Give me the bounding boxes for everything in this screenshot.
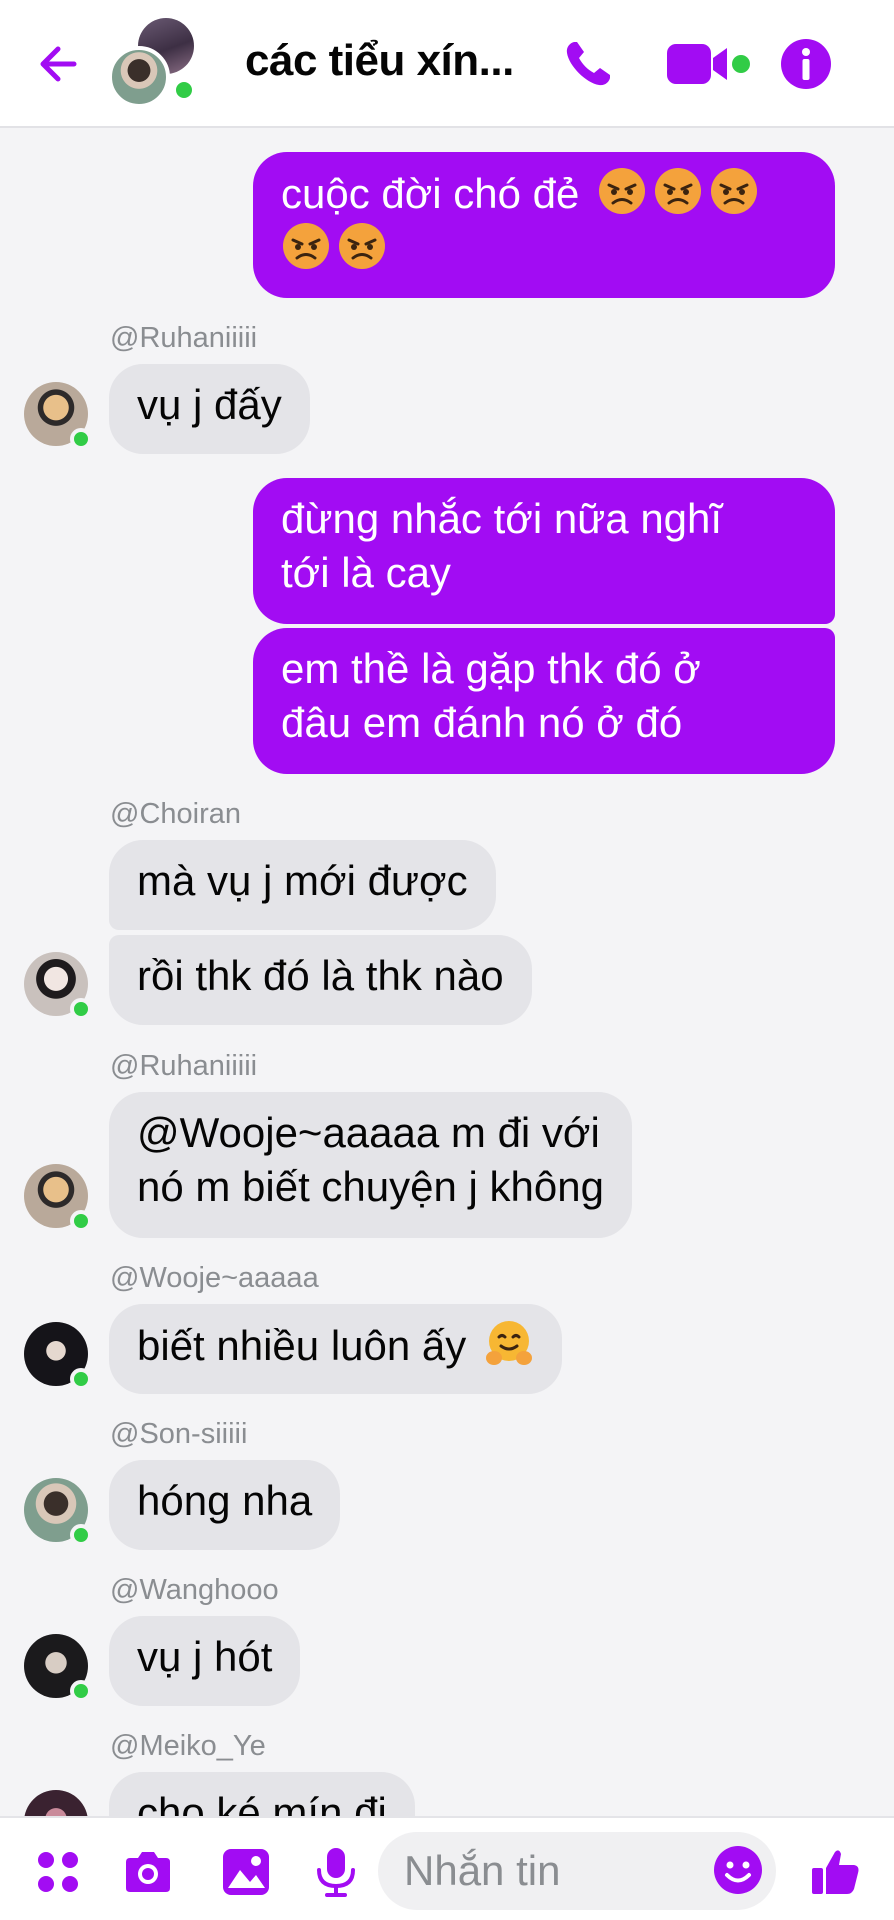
angry-face-emoji-icon — [709, 166, 759, 216]
message-text-line: tới là cay — [281, 549, 451, 596]
incoming-message[interactable]: vụ j đấy — [109, 364, 310, 454]
sender-name: @Choiran — [110, 798, 241, 830]
online-indicator — [70, 428, 92, 450]
sender-name: @Ruhaniiiii — [110, 322, 258, 354]
angry-face-emoji-icon — [281, 221, 331, 271]
message-text-line: nó m biết chuyện j không — [137, 1163, 604, 1210]
message-text-line: đừng nhắc tới nữa nghĩ — [281, 495, 723, 542]
message-text: cuộc đời chó đẻ — [281, 170, 580, 217]
avatar[interactable] — [24, 1634, 92, 1702]
angry-face-emoji-icon — [597, 166, 647, 216]
outgoing-message[interactable]: em thề là gặp thk đó ở đâu em đánh nó ở … — [253, 628, 835, 774]
member-avatar-front — [108, 46, 170, 108]
avatar[interactable] — [24, 1164, 92, 1232]
online-indicator — [70, 998, 92, 1020]
online-indicator — [70, 1210, 92, 1232]
incoming-message[interactable]: hóng nha — [109, 1460, 341, 1550]
sender-name: @Wanghooo — [110, 1574, 279, 1606]
outgoing-message[interactable]: cuộc đời chó đẻ — [253, 152, 835, 298]
message-text-line: @Wooje~aaaaa m đi với — [137, 1109, 600, 1156]
outgoing-message[interactable]: đừng nhắc tới nữa nghĩ tới là cay — [253, 478, 835, 624]
online-indicator — [70, 1368, 92, 1390]
avatar[interactable] — [24, 952, 92, 1020]
online-indicator — [172, 78, 196, 102]
angry-face-emoji-icon — [653, 166, 703, 216]
thumbs-up-icon[interactable] — [808, 1844, 864, 1900]
phone-icon[interactable] — [560, 36, 616, 92]
composer-bar — [0, 1816, 894, 1920]
smiley-icon[interactable] — [712, 1844, 764, 1896]
sender-name: @Ruhaniiiii — [110, 1050, 258, 1082]
chat-header: các tiểu xín... — [0, 0, 894, 128]
avatar[interactable] — [24, 1322, 92, 1390]
microphone-icon[interactable] — [308, 1844, 364, 1900]
avatar[interactable] — [24, 1790, 88, 1816]
sender-name: @Son-siiiii — [110, 1418, 248, 1450]
incoming-message[interactable]: cho ké mín đi — [109, 1772, 415, 1816]
incoming-message[interactable]: @Wooje~aaaaa m đi với nó m biết chuyện j… — [109, 1092, 632, 1238]
sender-name: @Meiko_Ye — [110, 1730, 266, 1762]
incoming-message[interactable]: vụ j hót — [109, 1616, 301, 1706]
incoming-message[interactable]: rồi thk đó là thk nào — [109, 935, 532, 1025]
camera-icon[interactable] — [120, 1844, 176, 1900]
message-text-line: đâu em đánh nó ở đó — [281, 699, 683, 746]
video-camera-icon[interactable] — [665, 36, 755, 92]
message-text-line: em thề là gặp thk đó ở — [281, 645, 701, 692]
avatar[interactable] — [24, 382, 92, 450]
conversation-title[interactable]: các tiểu xín... — [245, 36, 514, 86]
hugging-face-emoji-icon — [484, 1318, 534, 1368]
image-icon[interactable] — [218, 1844, 274, 1900]
message-text: biết nhiều luôn ấy — [137, 1322, 467, 1369]
online-indicator — [70, 1680, 92, 1702]
back-arrow-icon[interactable] — [30, 36, 86, 92]
online-indicator — [70, 1524, 92, 1546]
info-icon[interactable] — [778, 36, 834, 92]
incoming-message[interactable]: mà vụ j mới được — [109, 840, 496, 930]
sender-name: @Wooje~aaaaa — [110, 1262, 319, 1294]
four-dots-menu-icon[interactable] — [30, 1844, 86, 1900]
group-avatar[interactable] — [108, 18, 198, 108]
angry-face-emoji-icon — [337, 221, 387, 271]
avatar[interactable] — [24, 1478, 92, 1546]
message-list[interactable]: cuộc đời chó đẻ @Ruhaniiiii vụ j đấy đừn… — [0, 130, 894, 1816]
incoming-message[interactable]: biết nhiều luôn ấy — [109, 1304, 562, 1394]
